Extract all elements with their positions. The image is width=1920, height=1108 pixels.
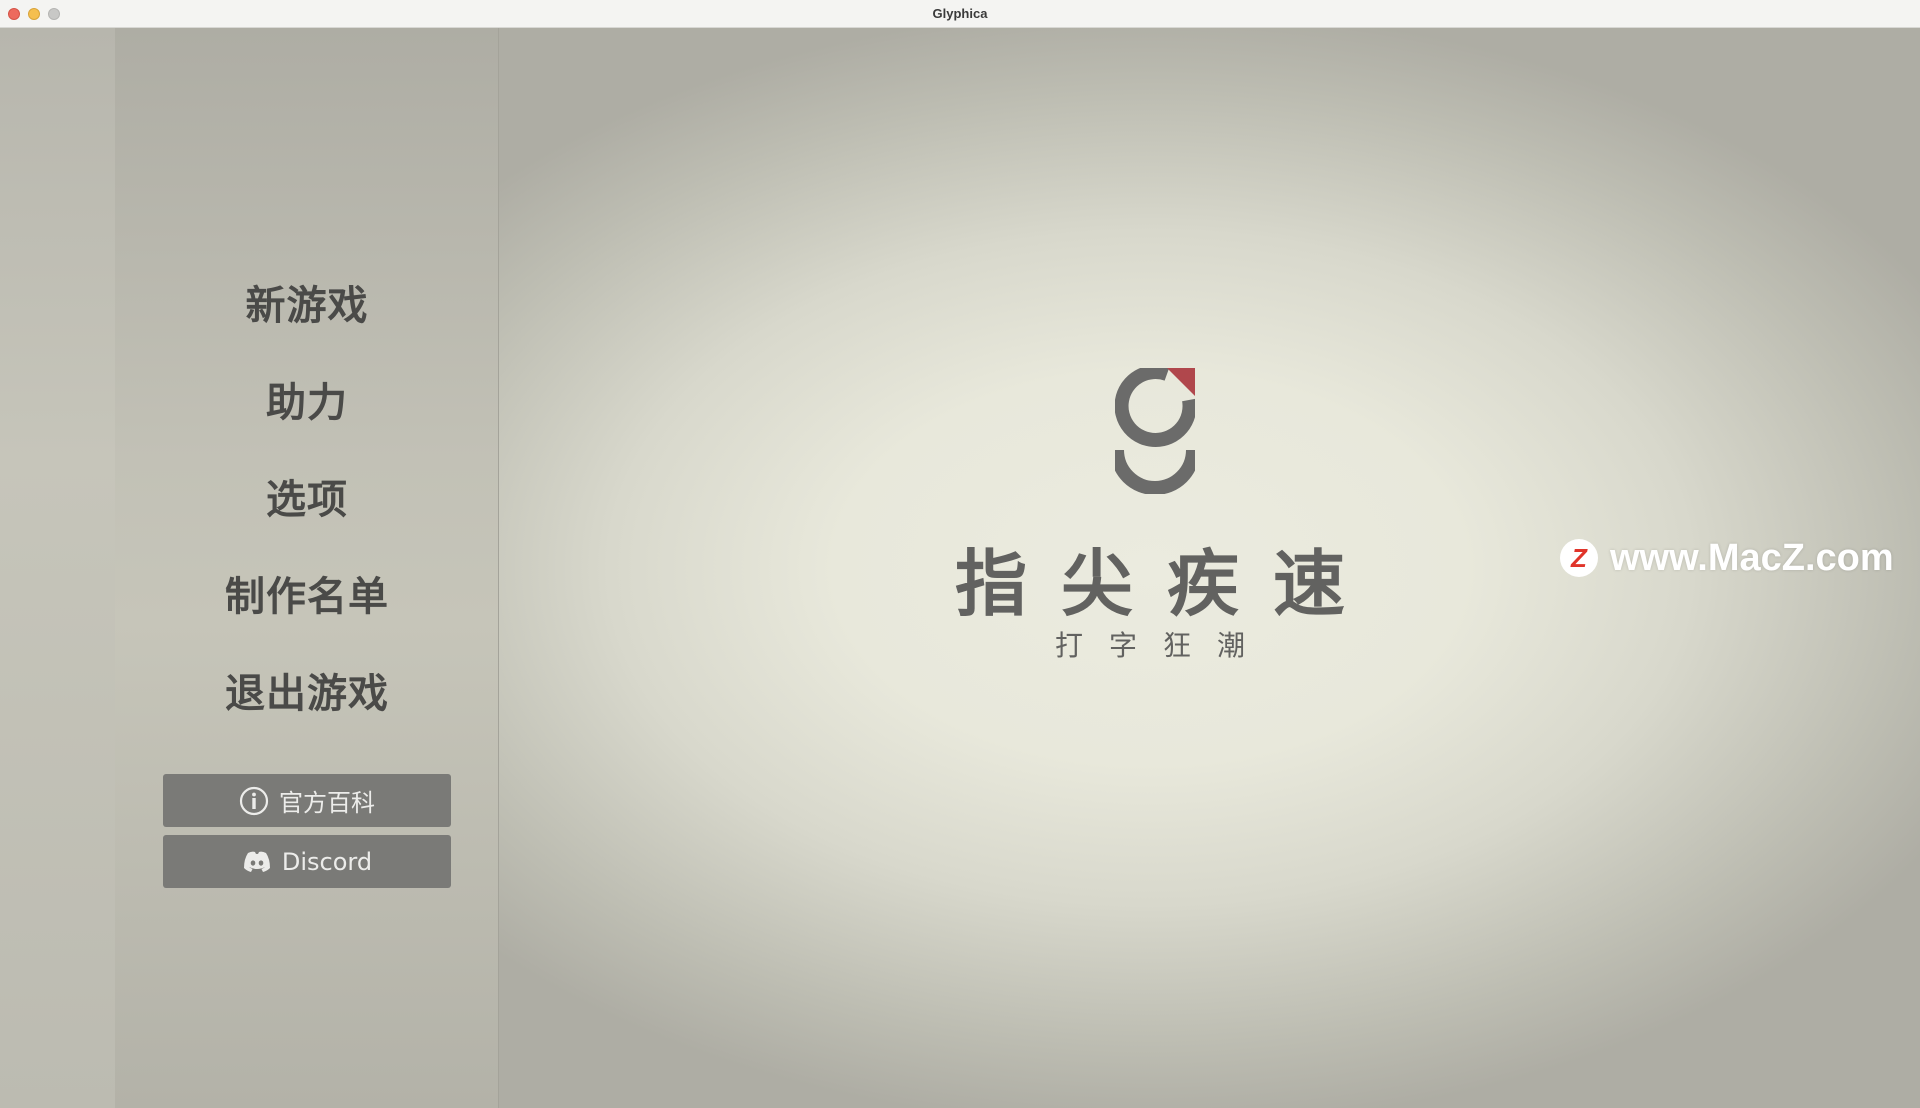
title-bar: Glyphica (0, 0, 1920, 28)
game-title: 指尖疾速 (954, 542, 1379, 626)
watermark-badge: Z (1560, 539, 1598, 577)
menu-options[interactable]: 选项 (115, 467, 499, 525)
discord-button[interactable]: Discord (163, 835, 451, 888)
glyphica-g-logo-icon (1110, 365, 1200, 495)
official-wiki-label: 官方百科 (279, 789, 375, 817)
menu-quit[interactable]: 退出游戏 (115, 661, 499, 719)
discord-icon (243, 851, 270, 872)
watermark: Z www.MacZ.com (1560, 535, 1894, 581)
main-menu-panel: 新游戏 助力 选项 制作名单 退出游戏 官方百科 Discord (115, 28, 499, 1108)
info-icon (239, 786, 269, 815)
official-wiki-button[interactable]: 官方百科 (163, 774, 451, 827)
game-screen: 新游戏 助力 选项 制作名单 退出游戏 官方百科 Discord 指尖疾速 打字… (0, 28, 1920, 1108)
left-border-strip (0, 28, 115, 1108)
watermark-text: www.MacZ.com (1610, 536, 1894, 579)
game-subtitle: 打字狂潮 (1054, 629, 1271, 662)
menu-credits[interactable]: 制作名单 (115, 564, 499, 622)
discord-label: Discord (281, 847, 373, 876)
menu-assist[interactable]: 助力 (115, 370, 499, 428)
app-window: Glyphica 新游戏 助力 选项 制作名单 退出游戏 官方百科 Discor… (0, 0, 1920, 1108)
window-title: Glyphica (932, 6, 988, 21)
menu-new-game[interactable]: 新游戏 (115, 273, 499, 331)
